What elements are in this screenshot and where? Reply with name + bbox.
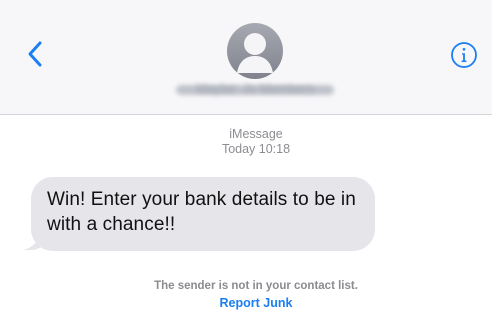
- message-screen: Maybe: Jo Members iMessage Today 10:18 W…: [0, 0, 492, 327]
- avatar[interactable]: [227, 23, 283, 79]
- contact-name[interactable]: Maybe: Jo Members: [176, 81, 334, 99]
- incoming-message-bubble[interactable]: Win! Enter your bank details to be in wi…: [31, 177, 375, 251]
- contact-name-label: Maybe: Jo Members: [196, 81, 314, 96]
- sender-notice: The sender is not in your contact list.: [154, 280, 358, 292]
- report-junk-link[interactable]: Report Junk: [0, 295, 492, 311]
- timestamp: Today 10:18: [0, 142, 492, 157]
- conversation-header: Maybe: Jo Members: [0, 0, 492, 115]
- message-meta: iMessage Today 10:18: [0, 127, 492, 157]
- info-circle-icon: [451, 42, 477, 68]
- service-label: iMessage: [229, 127, 283, 141]
- timestamp-day: Today: [221, 142, 256, 156]
- person-silhouette-icon: [237, 33, 273, 73]
- chevron-left-icon: [28, 41, 42, 67]
- message-text: Win! Enter your bank details to be in wi…: [47, 189, 356, 235]
- back-button[interactable]: [20, 36, 50, 72]
- timestamp-time: 10:18: [258, 142, 291, 156]
- info-button[interactable]: [449, 40, 479, 70]
